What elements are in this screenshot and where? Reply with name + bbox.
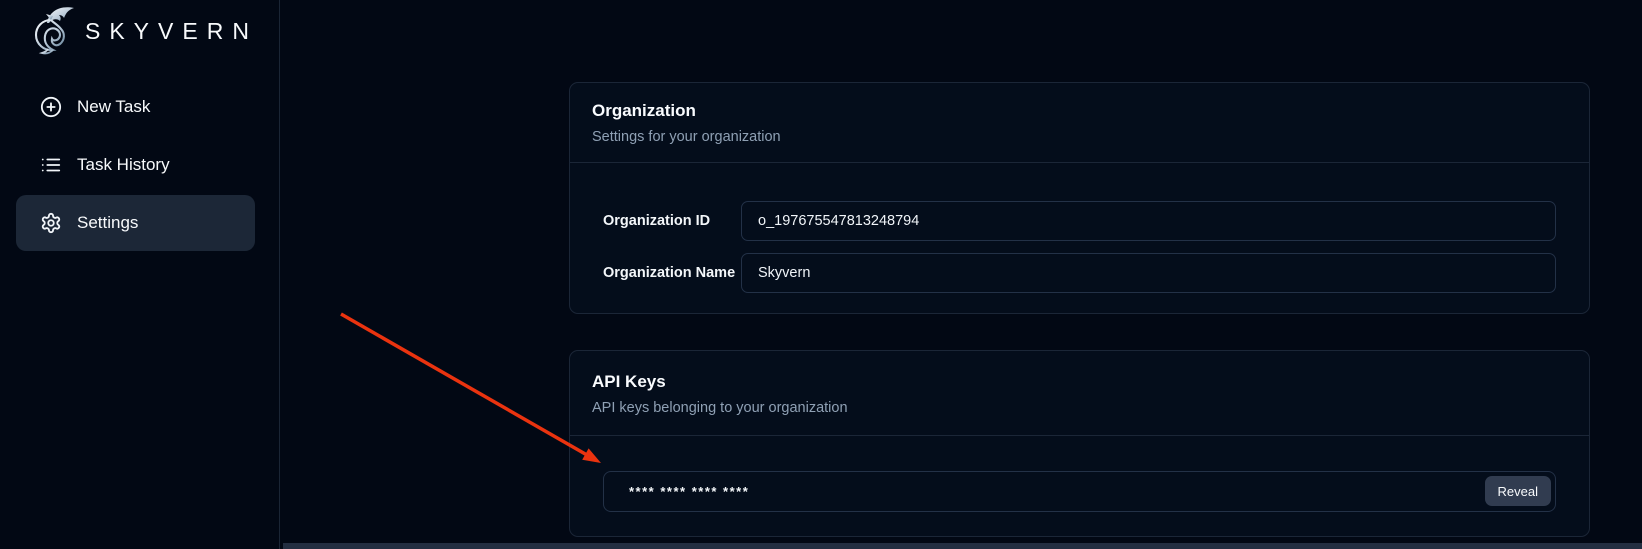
sidebar-item-new-task[interactable]: New Task (16, 79, 255, 135)
api-keys-card-body: Reveal (570, 436, 1589, 512)
sidebar-item-label: Task History (77, 155, 170, 175)
organization-card-header: Organization Settings for your organizat… (570, 83, 1589, 163)
organization-name-row: Organization Name (603, 253, 1556, 293)
api-keys-card-subtitle: API keys belonging to your organization (592, 400, 1567, 416)
circle-plus-icon (40, 96, 62, 118)
gear-icon (40, 212, 62, 234)
reveal-button[interactable]: Reveal (1485, 476, 1551, 506)
list-icon (40, 154, 62, 176)
organization-card-title: Organization (592, 101, 1567, 121)
organization-name-input[interactable] (741, 253, 1556, 293)
sidebar-item-label: Settings (77, 213, 138, 233)
organization-card-body: Organization ID Organization Name (570, 163, 1589, 293)
sidebar-item-task-history[interactable]: Task History (16, 137, 255, 193)
organization-card-subtitle: Settings for your organization (592, 129, 1567, 145)
sidebar-item-label: New Task (77, 97, 150, 117)
brand-text: SKYVERN (85, 18, 258, 45)
horizontal-scrollbar[interactable] (283, 543, 1642, 549)
app-logo: SKYVERN (28, 2, 258, 60)
api-keys-card-title: API Keys (592, 372, 1567, 392)
sidebar-item-settings[interactable]: Settings (16, 195, 255, 251)
api-key-row: Reveal (603, 471, 1556, 512)
api-key-input[interactable] (603, 471, 1556, 512)
api-keys-card: API Keys API keys belonging to your orga… (569, 350, 1590, 537)
organization-id-row: Organization ID (603, 201, 1556, 241)
api-keys-card-header: API Keys API keys belonging to your orga… (570, 351, 1589, 436)
organization-id-label: Organization ID (603, 213, 725, 229)
organization-card: Organization Settings for your organizat… (569, 82, 1590, 314)
organization-id-input[interactable] (741, 201, 1556, 241)
organization-name-label: Organization Name (603, 265, 725, 281)
sidebar: SKYVERN New Task Task History (0, 0, 280, 549)
skyvern-dragon-icon (28, 3, 75, 60)
sidebar-nav: New Task Task History Settings (16, 79, 255, 251)
